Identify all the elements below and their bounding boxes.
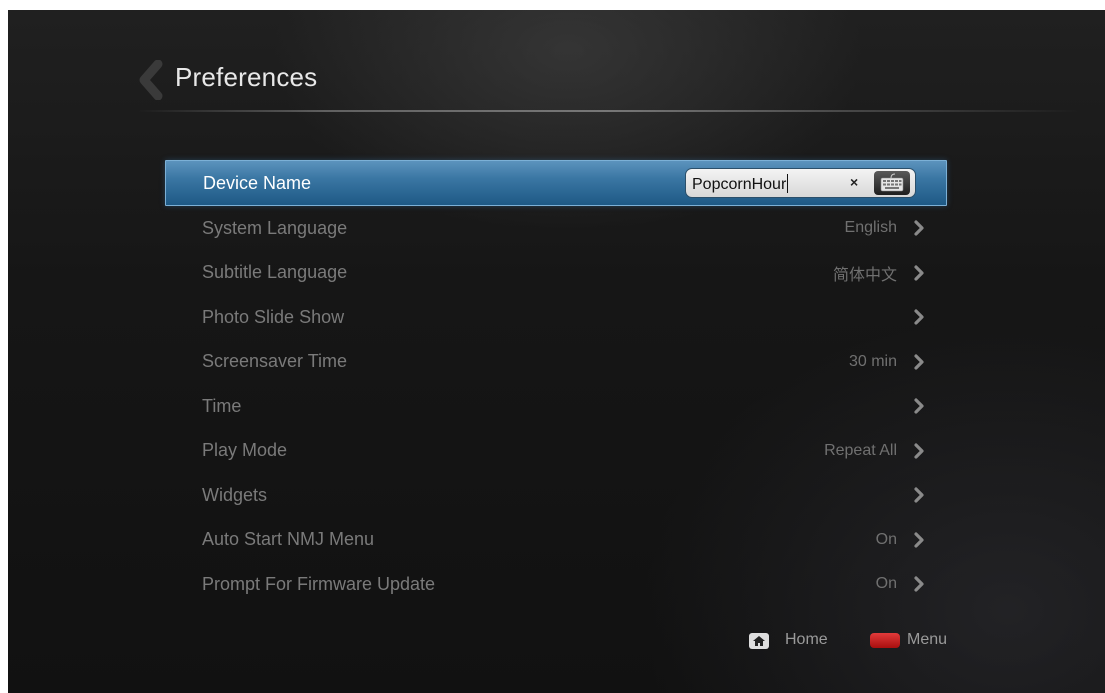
setting-value: On	[875, 530, 897, 548]
setting-widgets[interactable]: Widgets	[165, 473, 947, 518]
setting-value: 简体中文	[832, 266, 897, 284]
chevron-right-icon	[914, 532, 924, 548]
setting-subtitle-language[interactable]: Subtitle Language 简体中文	[165, 251, 947, 296]
device-name-value: PopcornHour	[692, 176, 787, 193]
setting-label: Device Name	[203, 172, 312, 193]
setting-time[interactable]: Time	[165, 384, 947, 429]
chevron-right-icon	[914, 309, 924, 325]
home-label: Home	[785, 631, 828, 648]
chevron-right-icon	[914, 354, 924, 370]
setting-label: System Language	[202, 217, 348, 238]
footer-legend: Home Menu	[8, 630, 1105, 660]
chevron-right-icon	[914, 443, 924, 459]
setting-value: 30 min	[848, 352, 897, 370]
setting-auto-start-nmj-menu[interactable]: Auto Start NMJ Menu On	[165, 518, 947, 563]
keyboard-icon	[880, 173, 904, 192]
setting-label: Prompt For Firmware Update	[202, 573, 436, 594]
home-icon[interactable]	[749, 633, 769, 649]
chevron-right-icon	[914, 487, 924, 503]
menu-label: Menu	[907, 631, 948, 648]
setting-label: Widgets	[202, 484, 268, 505]
setting-label: Subtitle Language	[202, 262, 348, 283]
setting-value: Repeat All	[824, 441, 897, 459]
menu-key-icon[interactable]	[870, 633, 900, 648]
text-caret	[787, 174, 789, 193]
setting-value: On	[875, 575, 897, 593]
setting-label: Auto Start NMJ Menu	[202, 529, 375, 550]
setting-prompt-firmware-update[interactable]: Prompt For Firmware Update On	[165, 562, 947, 607]
setting-label: Play Mode	[202, 440, 288, 461]
device-name-input[interactable]: PopcornHour ×	[685, 168, 916, 198]
setting-label: Time	[202, 395, 242, 416]
header: Preferences	[8, 10, 1105, 120]
setting-device-name[interactable]: Device Name PopcornHour ×	[165, 160, 947, 206]
setting-value: English	[844, 219, 897, 237]
chevron-right-icon	[914, 265, 924, 281]
setting-label: Photo Slide Show	[202, 306, 345, 327]
setting-photo-slide-show[interactable]: Photo Slide Show	[165, 295, 947, 340]
setting-screensaver-time[interactable]: Screensaver Time 30 min	[165, 340, 947, 385]
chevron-right-icon	[914, 576, 924, 592]
settings-list: Device Name PopcornHour × System Languag…	[165, 160, 947, 607]
page-title: Preferences	[175, 62, 318, 92]
setting-system-language[interactable]: System Language English	[165, 206, 947, 251]
back-chevron-icon[interactable]	[134, 60, 174, 100]
clear-text-button[interactable]: ×	[850, 174, 858, 190]
chevron-right-icon	[914, 398, 924, 414]
keyboard-button[interactable]	[874, 171, 910, 195]
setting-label: Screensaver Time	[202, 351, 348, 372]
preferences-screen: Preferences Device Name PopcornHour × Sy…	[8, 10, 1105, 693]
chevron-right-icon	[914, 220, 924, 236]
header-divider	[138, 110, 1078, 112]
setting-play-mode[interactable]: Play Mode Repeat All	[165, 429, 947, 474]
